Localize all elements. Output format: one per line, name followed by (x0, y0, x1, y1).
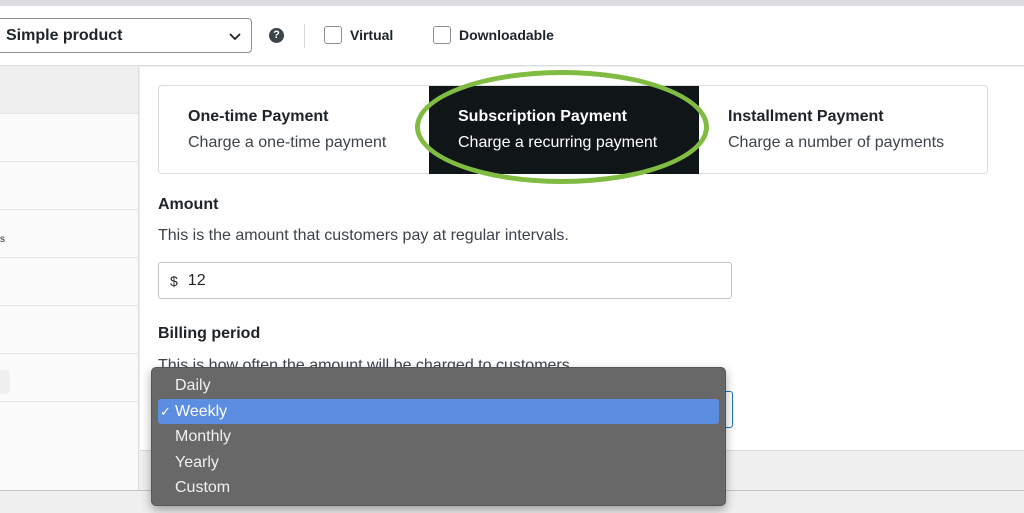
dropdown-option-custom[interactable]: Custom (158, 475, 719, 501)
product-type-value: Simple product (6, 26, 123, 44)
sidebar-tab[interactable] (0, 258, 138, 306)
virtual-checkbox[interactable]: Virtual (324, 26, 393, 44)
sidebar-tab[interactable] (0, 354, 138, 402)
payment-type-description: Charge a one-time payment (188, 134, 387, 151)
sidebar-tab[interactable] (0, 306, 138, 354)
amount-input[interactable]: $ 12 (158, 262, 732, 299)
option-label: Yearly (175, 453, 219, 471)
amount-help-text: This is the amount that customers pay at… (158, 227, 569, 244)
option-label: Monthly (175, 428, 232, 445)
sidebar-tab-active[interactable] (0, 67, 138, 114)
virtual-label: Virtual (350, 27, 394, 43)
payment-type-description: Charge a number of payments (728, 134, 945, 151)
option-label: Custom (175, 479, 231, 496)
downloadable-checkbox-box[interactable] (433, 26, 451, 44)
sidebar-tab[interactable] (0, 114, 138, 162)
downloadable-label: Downloadable (459, 27, 554, 43)
sidebar-text-fragment: s (0, 234, 5, 245)
option-label: Daily (175, 377, 211, 394)
downloadable-checkbox[interactable]: Downloadable (433, 26, 554, 44)
dropdown-option-weekly[interactable]: ✓ Weekly (158, 398, 719, 424)
sidebar-tab[interactable] (0, 210, 138, 258)
dropdown-option-yearly[interactable]: Yearly (158, 450, 719, 476)
help-icon[interactable]: ? (269, 28, 284, 43)
toolbar-divider (304, 24, 305, 48)
payment-type-title: One-time Payment (188, 108, 329, 125)
payment-type-title: Installment Payment (728, 108, 884, 125)
product-data-tabs: s (0, 67, 139, 490)
product-data-toolbar: Simple product ? Virtual Downloadable (0, 6, 1024, 66)
virtual-checkbox-box[interactable] (324, 26, 342, 44)
billing-period-label: Billing period (158, 325, 261, 342)
billing-period-dropdown[interactable]: Daily ✓ Weekly Monthly Yearly Custom (151, 367, 726, 506)
product-type-select[interactable]: Simple product (0, 18, 252, 53)
currency-symbol: $ (170, 272, 178, 289)
sidebar-tab[interactable] (0, 162, 138, 210)
dropdown-option-monthly[interactable]: Monthly (158, 424, 719, 450)
chevron-down-icon (229, 33, 241, 41)
checkmark-icon: ✓ (160, 403, 171, 419)
payment-type-installment[interactable]: Installment Payment Charge a number of p… (728, 86, 944, 174)
amount-label: Amount (158, 196, 219, 213)
dropdown-option-daily[interactable]: Daily (158, 373, 719, 399)
highlight-ring-annotation (415, 70, 709, 184)
sidebar-badge (0, 370, 10, 394)
option-label: Weekly (175, 402, 228, 420)
payment-type-one-time[interactable]: One-time Payment Charge a one-time payme… (188, 86, 386, 174)
amount-value: 12 (187, 271, 206, 289)
